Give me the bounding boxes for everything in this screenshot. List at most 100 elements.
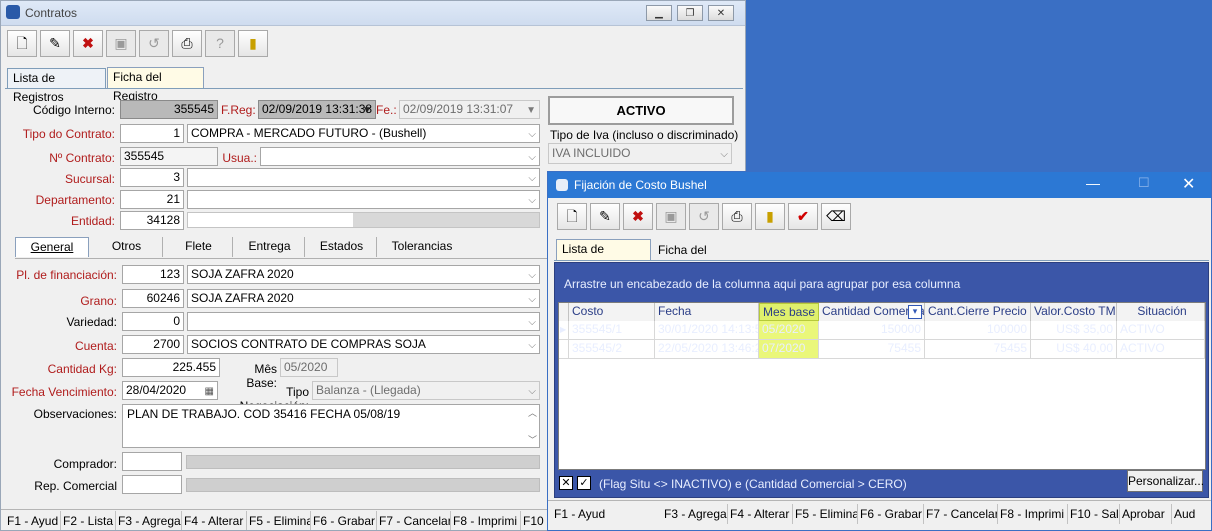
aprobar-button[interactable]: Aprobar [1120, 504, 1172, 524]
minimize-button[interactable]: — [1086, 175, 1100, 191]
chevron-down-icon[interactable]: ⌵ [528, 291, 536, 307]
subtab-general[interactable]: General [15, 237, 89, 257]
fkey-f1[interactable]: F1 - Ayud [5, 511, 61, 530]
close-button[interactable]: ✕ [1182, 174, 1195, 194]
tab-ficha-registro[interactable]: Ficha del Registro [652, 240, 746, 276]
fkey-f3[interactable]: F3 - Agrega [116, 511, 182, 530]
filter-icon[interactable]: ▾ [908, 305, 922, 319]
cuenta-code[interactable]: 2700 [122, 335, 184, 354]
grano-select[interactable]: SOJA ZAFRA 2020 ⌵ [187, 289, 540, 308]
edit-icon[interactable]: ✎ [40, 30, 70, 57]
freg-field[interactable]: 02/09/2019 13:31:38 ▼ [258, 100, 376, 119]
departamento-code[interactable]: 21 [120, 190, 184, 209]
subtab-tolerancias[interactable]: Tolerancias [379, 237, 465, 257]
cantidad-field[interactable]: 225.455 [122, 358, 220, 377]
print-icon[interactable]: ⎙ [172, 30, 202, 57]
chevron-down-icon[interactable]: ⌵ [528, 192, 536, 208]
eraser-icon[interactable]: ⌫ [821, 203, 851, 230]
new-icon[interactable]: 🗋 [7, 30, 37, 57]
col-valor-costo[interactable]: Valor.Costo TM [1031, 303, 1117, 321]
col-cantidad-comercial[interactable]: Cantidad Comercia ▾ [819, 303, 925, 321]
fkey-f5[interactable]: F5 - Elimina [793, 504, 858, 524]
mes-base-field[interactable]: 05/2020 [280, 358, 338, 377]
fkey-f8[interactable]: F8 - Imprimi [451, 511, 521, 530]
subtab-entrega[interactable]: Entrega [235, 237, 305, 257]
fkey-f4[interactable]: F4 - Alterar [182, 511, 247, 530]
comprador-code[interactable] [122, 452, 182, 471]
sucursal-code[interactable]: 3 [120, 168, 184, 187]
chevron-down-icon[interactable]: ⌵ [528, 337, 536, 353]
sucursal-select[interactable]: ⌵ [187, 168, 540, 187]
filter-clear-icon[interactable]: ✕ [559, 476, 573, 490]
pl-fin-code[interactable]: 123 [122, 265, 184, 284]
exit-icon[interactable]: ▮ [238, 30, 268, 57]
fkey-f3[interactable]: F3 - Agrega [662, 504, 728, 524]
subtab-flete[interactable]: Flete [165, 237, 233, 257]
calendar-icon[interactable]: ▦ [205, 383, 214, 399]
fkey-f6[interactable]: F6 - Grabar [858, 504, 924, 524]
chevron-down-icon[interactable]: ⌵ [528, 383, 536, 399]
obs-textarea[interactable]: PLAN DE TRABAJO. COD 35416 FECHA 05/08/1… [122, 404, 540, 448]
tipo-neg-select[interactable]: Balanza - (Llegada) ⌵ [312, 381, 540, 400]
variedad-select[interactable]: ⌵ [187, 312, 540, 331]
col-fecha[interactable]: Fecha [655, 303, 759, 321]
rep-code[interactable] [122, 475, 182, 494]
chevron-down-icon[interactable]: ⌵ [528, 314, 536, 330]
new-icon[interactable]: 🗋 [557, 203, 587, 230]
fkey-f10[interactable]: F10 - Salir [1068, 504, 1120, 524]
fkey-f10[interactable]: F10 [521, 511, 547, 530]
delete-icon[interactable]: ✖ [73, 30, 103, 57]
tipo-contrato-select[interactable]: COMPRA - MERCADO FUTURO - (Bushell) ⌵ [187, 124, 540, 143]
save-icon[interactable]: ▣ [656, 203, 686, 230]
fkey-f2[interactable]: F2 - Lista [61, 511, 116, 530]
undo-icon[interactable]: ↺ [689, 203, 719, 230]
filter-expression[interactable]: (Flag Situ <> INACTIVO) e (Cantidad Come… [599, 477, 907, 491]
fkey-f4[interactable]: F4 - Alterar [728, 504, 793, 524]
auditoria-button[interactable]: Aud [1172, 504, 1209, 524]
tab-lista-registros[interactable]: Lista de Registros [556, 239, 651, 275]
fkey-f5[interactable]: F5 - Elimina [247, 511, 311, 530]
col-mes-base[interactable]: Mes base [759, 303, 819, 321]
save-icon[interactable]: ▣ [106, 30, 136, 57]
fkey-f1[interactable]: F1 - Ayud [552, 504, 614, 524]
close-button[interactable]: ✕ [708, 5, 734, 21]
fkey-f7[interactable]: F7 - Cancelar [924, 504, 998, 524]
usua-select[interactable]: ⌵ [260, 147, 540, 166]
cuenta-select[interactable]: SOCIOS CONTRATO DE COMPRAS SOJA ⌵ [187, 335, 540, 354]
fecha-venc-field[interactable]: 28/04/2020 ▦ [122, 381, 218, 400]
subtab-estados[interactable]: Estados [307, 237, 377, 257]
exit-icon[interactable]: ▮ [755, 203, 785, 230]
restore-button[interactable]: ❐ [677, 5, 703, 21]
fe-field[interactable]: 02/09/2019 13:31:07 ▼ [399, 100, 540, 119]
chevron-down-icon[interactable]: ⌵ [720, 145, 728, 163]
tab-lista-registros[interactable]: Lista de Registros [7, 68, 106, 104]
col-cant-cierre[interactable]: Cant.Cierre Precio [925, 303, 1031, 321]
minimize-button[interactable]: ▁ [646, 5, 672, 21]
iva-select[interactable]: IVA INCLUIDO ⌵ [548, 143, 732, 164]
chevron-down-icon[interactable]: ▼ [526, 102, 536, 118]
approve-check-icon[interactable]: ✔ [788, 203, 818, 230]
entidad-code[interactable]: 34128 [120, 211, 184, 230]
col-situacion[interactable]: Situación [1117, 303, 1205, 321]
chevron-down-icon[interactable]: ⌵ [528, 126, 536, 142]
pl-fin-select[interactable]: SOJA ZAFRA 2020 ⌵ [187, 265, 540, 284]
chevron-down-icon[interactable]: ⌵ [528, 170, 536, 186]
n-contrato-field[interactable]: 355545 [120, 147, 218, 166]
scroll-down-icon[interactable]: ﹀ [528, 433, 537, 446]
tipo-contrato-code[interactable]: 1 [120, 124, 184, 143]
variedad-code[interactable]: 0 [122, 312, 184, 331]
maximize-button[interactable]: ☐ [1138, 175, 1150, 191]
help-icon[interactable]: ? [205, 30, 235, 57]
chevron-down-icon[interactable]: ▼ [362, 102, 372, 118]
grano-code[interactable]: 60246 [122, 289, 184, 308]
fkey-f7[interactable]: F7 - Cancelar [377, 511, 451, 530]
col-costo[interactable]: Costo [569, 303, 655, 321]
filter-enabled-checkbox[interactable]: ✓ [577, 476, 591, 490]
fkey-f8[interactable]: F8 - Imprimi [998, 504, 1068, 524]
chevron-down-icon[interactable]: ⌵ [528, 149, 536, 165]
subtab-otros[interactable]: Otros [91, 237, 163, 257]
codigo-interno-field[interactable]: 355545 [120, 100, 218, 119]
personalizar-button[interactable]: Personalizar... [1127, 470, 1204, 492]
print-icon[interactable]: ⎙ [722, 203, 752, 230]
chevron-down-icon[interactable]: ⌵ [528, 267, 536, 283]
